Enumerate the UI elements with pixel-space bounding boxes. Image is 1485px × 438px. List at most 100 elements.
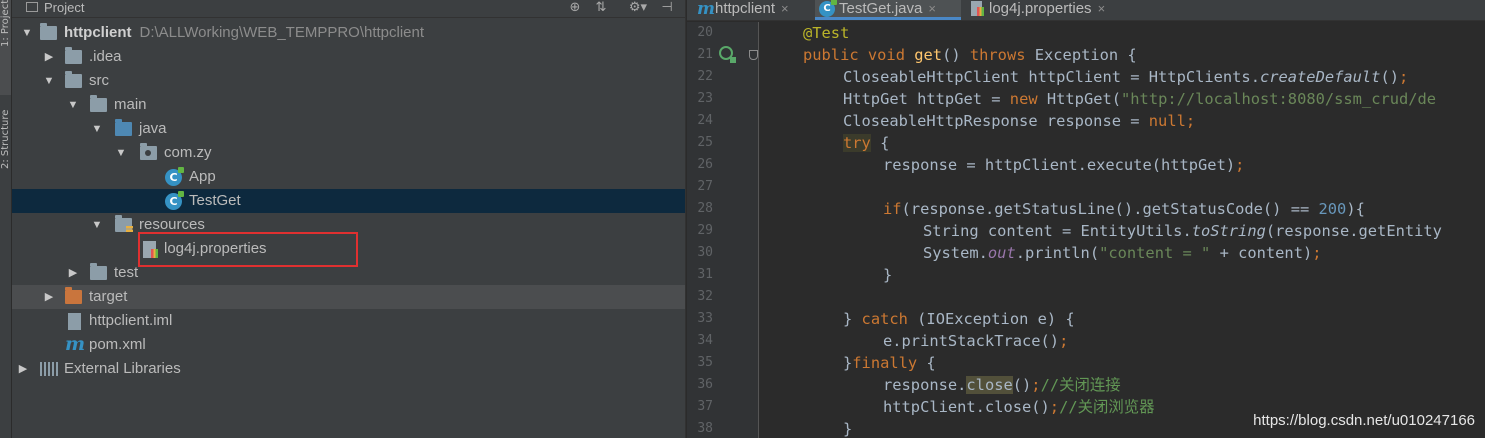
tree-item-iml[interactable]: httpclient.iml (12, 309, 685, 333)
code-line-24: CloseableHttpResponse response = null; (843, 112, 1196, 130)
source-folder-icon (115, 119, 132, 136)
folder-icon (90, 263, 107, 280)
code-line-31: } (883, 266, 893, 284)
code-line-33: } catch (IOException e) { (843, 310, 1075, 328)
line-number: 31 (697, 267, 713, 282)
tab-log4j-properties[interactable]: log4j.properties × (965, 0, 1135, 20)
line-number: 30 (697, 245, 713, 260)
chevron-down-icon[interactable]: ▼ (66, 93, 80, 117)
tree-item-label: com.zy (164, 144, 212, 161)
line-number: 27 (697, 179, 713, 194)
line-number: 23 (697, 91, 713, 106)
target-icon[interactable]: ⊕ (566, 0, 584, 16)
close-icon[interactable]: × (781, 1, 789, 16)
class-icon: C (165, 167, 184, 186)
run-test-icon[interactable] (719, 46, 736, 63)
code-line-35: }finally { (843, 354, 936, 372)
library-icon (40, 362, 58, 376)
code-area[interactable]: @Test public void get() throws Exception… (765, 22, 1485, 438)
code-line-36: response.close();//关闭连接 (883, 376, 1121, 394)
annotation-highlight-box (138, 232, 358, 267)
collapse-icon[interactable]: ⇅ (592, 0, 610, 16)
tool-window-strip: 1: Project 2: Structure (0, 0, 12, 438)
fold-icon[interactable] (749, 50, 758, 60)
chevron-right-icon[interactable]: ▶ (16, 357, 30, 381)
tree-item-java[interactable]: ▼ java (12, 117, 685, 141)
tree-item-label: App (189, 168, 216, 185)
tree-item-label: httpclient (64, 24, 132, 41)
tree-item-idea[interactable]: ▶ .idea (12, 45, 685, 69)
tree-item-external-libraries[interactable]: ▶ External Libraries (12, 357, 685, 381)
tree-item-main[interactable]: ▼ main (12, 93, 685, 117)
code-line-26: response = httpClient.execute(httpGet); (883, 156, 1245, 174)
code-line-20: @Test (803, 24, 850, 42)
close-icon[interactable]: × (1098, 1, 1106, 16)
line-number: 34 (697, 333, 713, 348)
code-line-28: if(response.getStatusLine().getStatusCod… (883, 200, 1365, 218)
tree-item-label: TestGet (189, 192, 241, 209)
tree-item-src[interactable]: ▼ src (12, 69, 685, 93)
tab-httpclient[interactable]: m httpclient × (691, 0, 811, 20)
tree-item-label: External Libraries (64, 360, 181, 377)
properties-file-icon (971, 1, 984, 16)
resources-folder-icon (115, 215, 133, 233)
hide-icon[interactable]: ⊣ (658, 0, 676, 16)
code-editor: m httpclient × C TestGet.java × log4j.prop… (687, 0, 1485, 438)
tab-label: log4j.properties (989, 0, 1092, 17)
line-number: 35 (697, 355, 713, 370)
project-panel: Project ⊕ ⇅ ⚙▾ ⊣ ▼ httpclient D:\ALLWorki… (12, 0, 685, 438)
class-icon: C (165, 191, 184, 210)
line-number: 37 (697, 399, 713, 414)
line-number: 38 (697, 421, 713, 436)
editor-tab-bar: m httpclient × C TestGet.java × log4j.prop… (687, 0, 1485, 21)
line-number: 32 (697, 289, 713, 304)
line-number: 25 (697, 135, 713, 150)
line-number: 24 (697, 113, 713, 128)
line-number: 33 (697, 311, 713, 326)
project-path: D:\ALLWorking\WEB_TEMPPRO\httpclient (139, 24, 425, 41)
tree-item-app[interactable]: C App (12, 165, 685, 189)
line-number: 22 (697, 69, 713, 84)
code-line-34: e.printStackTrace(); (883, 332, 1069, 350)
chevron-down-icon[interactable]: ▼ (90, 117, 104, 141)
line-number: 28 (697, 201, 713, 216)
close-icon[interactable]: × (928, 1, 936, 16)
line-number: 21 (697, 47, 713, 62)
tree-item-package[interactable]: ▼ com.zy (12, 141, 685, 165)
excluded-folder-icon (65, 287, 82, 304)
chevron-right-icon[interactable]: ▶ (66, 261, 80, 285)
code-line-38: } (843, 420, 853, 438)
line-number: 29 (697, 223, 713, 238)
watermark-text: https://blog.csdn.net/u010247166 (1253, 412, 1475, 429)
tab-label: httpclient (715, 0, 776, 17)
tab-label: TestGet.java (839, 0, 923, 17)
tab-testget-java[interactable]: C TestGet.java × (815, 0, 961, 20)
chevron-down-icon[interactable]: ▼ (20, 21, 34, 45)
gear-icon[interactable]: ⚙▾ (624, 0, 652, 16)
code-line-37: httpClient.close();//关闭浏览器 (883, 398, 1155, 416)
chevron-right-icon[interactable]: ▶ (42, 45, 56, 69)
module-folder-icon (40, 23, 57, 40)
line-number: 26 (697, 157, 713, 172)
project-panel-header: Project ⊕ ⇅ ⚙▾ ⊣ (12, 0, 685, 18)
tree-item-pom[interactable]: m pom.xml (12, 333, 685, 357)
package-icon (140, 143, 157, 160)
chevron-down-icon[interactable]: ▼ (90, 213, 104, 237)
chevron-down-icon[interactable]: ▼ (42, 69, 56, 93)
project-view-selector[interactable]: Project (24, 0, 84, 16)
code-line-23: HttpGet httpGet = new HttpGet("http://lo… (843, 90, 1437, 108)
module-file-icon (68, 313, 81, 330)
tree-item-target[interactable]: ▶ target (12, 285, 685, 309)
tree-item-httpclient[interactable]: ▼ httpclient D:\ALLWorking\WEB_TEMPPRO\ht… (12, 21, 685, 45)
tree-item-label: httpclient.iml (89, 312, 173, 329)
code-line-21: public void get() throws Exception { (803, 46, 1137, 64)
structure-tool-tab[interactable]: 2: Structure (0, 110, 11, 210)
chevron-down-icon[interactable]: ▼ (114, 141, 128, 165)
tree-item-testget[interactable]: C TestGet (12, 189, 685, 213)
tree-item-label: src (89, 72, 109, 89)
maven-icon: m (65, 333, 86, 355)
chevron-right-icon[interactable]: ▶ (42, 285, 56, 309)
folder-icon (65, 47, 82, 64)
project-tool-tab[interactable]: 1: Project (0, 0, 11, 95)
tree-item-label: .idea (89, 48, 122, 65)
